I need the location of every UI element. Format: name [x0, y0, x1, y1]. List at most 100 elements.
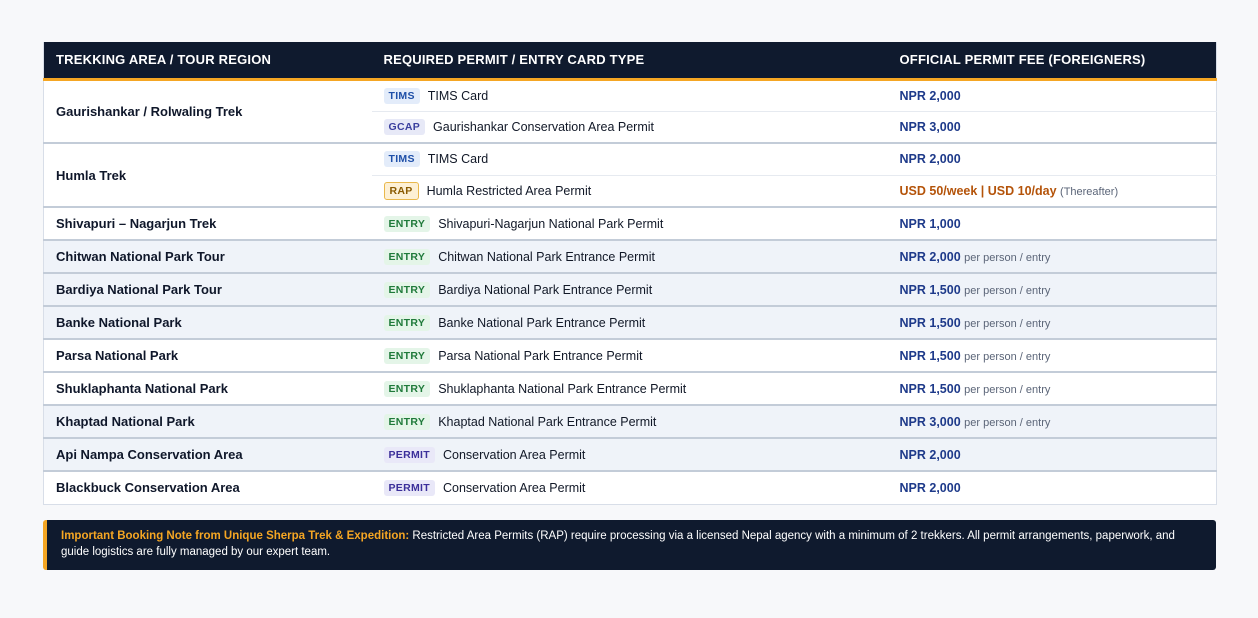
fee-amount: NPR 2,000 — [899, 480, 961, 495]
region-cell: Parsa National Park — [43, 339, 372, 373]
permit-cell: PERMIT Conservation Area Permit — [371, 438, 888, 472]
table-body: Gaurishankar / Rolwaling Trek TIMS TIMS C… — [43, 79, 1217, 505]
region-cell: Api Nampa Conservation Area — [43, 438, 372, 472]
permit-type-badge: ENTRY — [383, 281, 431, 298]
permit-type-badge: PERMIT — [383, 479, 435, 496]
fee-cell: NPR 2,000 — [887, 79, 1217, 112]
permit-type-badge: ENTRY — [383, 314, 431, 331]
permit-name: Khaptad National Park Entrance Permit — [438, 414, 657, 429]
region-cell: Humla Trek — [43, 143, 372, 208]
permit-name: Banke National Park Entrance Permit — [438, 315, 646, 330]
permit-type-badge: TIMS — [383, 87, 420, 104]
permit-cell: PERMIT Conservation Area Permit — [371, 471, 888, 505]
permit-type-badge: ENTRY — [383, 413, 431, 430]
table-row: Blackbuck Conservation Area PERMIT Conser… — [43, 471, 1217, 505]
fee-amount: NPR 3,000 — [899, 414, 961, 429]
fee-amount: NPR 2,000 — [899, 447, 961, 462]
table-row: Parsa National Park ENTRY Parsa National … — [43, 339, 1217, 373]
fee-cell: NPR 2,000 — [887, 438, 1217, 472]
fee-note: per person / entry — [964, 350, 1051, 363]
permit-name: Chitwan National Park Entrance Permit — [438, 249, 655, 264]
permit-table: TREKKING AREA / TOUR REGION REQUIRED PER… — [43, 42, 1217, 505]
permit-type-badge: RAP — [383, 181, 419, 200]
table-row: Shuklaphanta National Park ENTRY Shuklaph… — [43, 372, 1217, 406]
permit-cell: ENTRY Khaptad National Park Entrance Perm… — [371, 405, 888, 439]
region-cell: Gaurishankar / Rolwaling Trek — [43, 79, 372, 144]
permit-type-badge: ENTRY — [383, 248, 431, 265]
fee-amount: USD 50/week | USD 10/day — [899, 183, 1057, 198]
permit-name: TIMS Card — [427, 88, 489, 103]
fee-amount: NPR 2,000 — [899, 152, 961, 167]
permit-name: Bardiya National Park Entrance Permit — [438, 282, 653, 297]
table-header: TREKKING AREA / TOUR REGION REQUIRED PER… — [43, 42, 1217, 81]
region-cell: Bardiya National Park Tour — [43, 273, 372, 307]
fee-amount: NPR 1,500 — [899, 381, 961, 396]
table-row: Humla Trek TIMS TIMS Card NPR 2,000 — [43, 143, 1217, 208]
table-row: Bardiya National Park Tour ENTRY Bardiya … — [43, 273, 1217, 307]
table-row: Shivapuri – Nagarjun Trek ENTRY Shivapuri… — [43, 207, 1217, 241]
table-row: Chitwan National Park Tour ENTRY Chitwan … — [43, 240, 1217, 274]
header-row: TREKKING AREA / TOUR REGION REQUIRED PER… — [43, 42, 1217, 81]
fee-cell: NPR 3,000 per person / entry — [887, 405, 1217, 439]
fee-cell: NPR 1,000 — [887, 207, 1217, 241]
booking-note-lead: Important Booking Note from Unique Sherp… — [61, 530, 410, 542]
permit-type-badge: ENTRY — [383, 347, 431, 364]
permit-type-badge: PERMIT — [383, 446, 435, 463]
fee-cell: USD 50/week | USD 10/day (Thereafter) — [887, 175, 1217, 208]
header-fee: OFFICIAL PERMIT FEE (FOREIGNERS) — [887, 42, 1217, 81]
permit-cell: TIMS TIMS Card — [371, 143, 888, 176]
region-cell: Khaptad National Park — [43, 405, 372, 439]
permit-type-badge: GCAP — [383, 118, 426, 135]
fee-amount: NPR 3,000 — [899, 119, 961, 134]
fee-cell: NPR 2,000 — [887, 471, 1217, 505]
permit-cell: RAP Humla Restricted Area Permit — [371, 175, 888, 208]
region-cell: Shuklaphanta National Park — [43, 372, 372, 406]
fee-cell: NPR 1,500 per person / entry — [887, 339, 1217, 373]
fee-cell: NPR 2,000 per person / entry — [887, 240, 1217, 274]
fee-cell: NPR 1,500 per person / entry — [887, 372, 1217, 406]
permit-name: TIMS Card — [427, 152, 489, 167]
fee-note: per person / entry — [964, 317, 1051, 330]
fee-note: (Thereafter) — [1060, 185, 1119, 198]
booking-note: Important Booking Note from Unique Sherp… — [43, 520, 1216, 570]
permit-name: Shivapuri-Nagarjun National Park Permit — [438, 216, 664, 231]
permit-cell: TIMS TIMS Card — [371, 79, 888, 112]
fee-cell: NPR 3,000 — [887, 111, 1217, 144]
permit-name: Conservation Area Permit — [442, 480, 586, 495]
permit-name: Gaurishankar Conservation Area Permit — [433, 119, 654, 134]
fee-amount: NPR 1,500 — [899, 282, 961, 297]
permit-cell: ENTRY Banke National Park Entrance Permit — [371, 306, 888, 340]
permit-name: Parsa National Park Entrance Permit — [438, 348, 643, 363]
fee-cell: NPR 2,000 — [887, 143, 1217, 176]
permit-name: Humla Restricted Area Permit — [426, 183, 592, 198]
fee-note: per person / entry — [964, 284, 1051, 297]
permit-cell: ENTRY Shuklaphanta National Park Entrance… — [371, 372, 888, 406]
fee-note: per person / entry — [964, 251, 1051, 264]
permit-name: Shuklaphanta National Park Entrance Perm… — [438, 381, 687, 396]
fee-note: per person / entry — [964, 383, 1051, 396]
table-row: Khaptad National Park ENTRY Khaptad Natio… — [43, 405, 1217, 439]
fee-amount: NPR 1,000 — [899, 216, 961, 231]
permit-cell: GCAP Gaurishankar Conservation Area Permi… — [371, 111, 888, 144]
permit-cell: ENTRY Bardiya National Park Entrance Perm… — [371, 273, 888, 307]
permit-type-badge: ENTRY — [383, 215, 431, 232]
permit-type-badge: ENTRY — [383, 380, 431, 397]
header-permit: REQUIRED PERMIT / ENTRY CARD TYPE — [371, 42, 888, 81]
permit-cell: ENTRY Parsa National Park Entrance Permit — [371, 339, 888, 373]
region-cell: Chitwan National Park Tour — [43, 240, 372, 274]
fee-cell: NPR 1,500 per person / entry — [887, 273, 1217, 307]
permit-type-badge: TIMS — [383, 151, 420, 168]
table-row: Banke National Park ENTRY Banke National … — [43, 306, 1217, 340]
permit-table-container: TREKKING AREA / TOUR REGION REQUIRED PER… — [43, 42, 1217, 505]
region-cell: Shivapuri – Nagarjun Trek — [43, 207, 372, 241]
table-row: Api Nampa Conservation Area PERMIT Conser… — [43, 438, 1217, 472]
fee-cell: NPR 1,500 per person / entry — [887, 306, 1217, 340]
table-row: Gaurishankar / Rolwaling Trek TIMS TIMS C… — [43, 79, 1217, 144]
permit-name: Conservation Area Permit — [442, 447, 586, 462]
permit-cell: ENTRY Shivapuri-Nagarjun National Park Pe… — [371, 207, 888, 241]
permit-cell: ENTRY Chitwan National Park Entrance Perm… — [371, 240, 888, 274]
fee-amount: NPR 1,500 — [899, 348, 961, 363]
fee-amount: NPR 1,500 — [899, 315, 961, 330]
region-cell: Banke National Park — [43, 306, 372, 340]
fee-amount: NPR 2,000 — [899, 88, 961, 103]
